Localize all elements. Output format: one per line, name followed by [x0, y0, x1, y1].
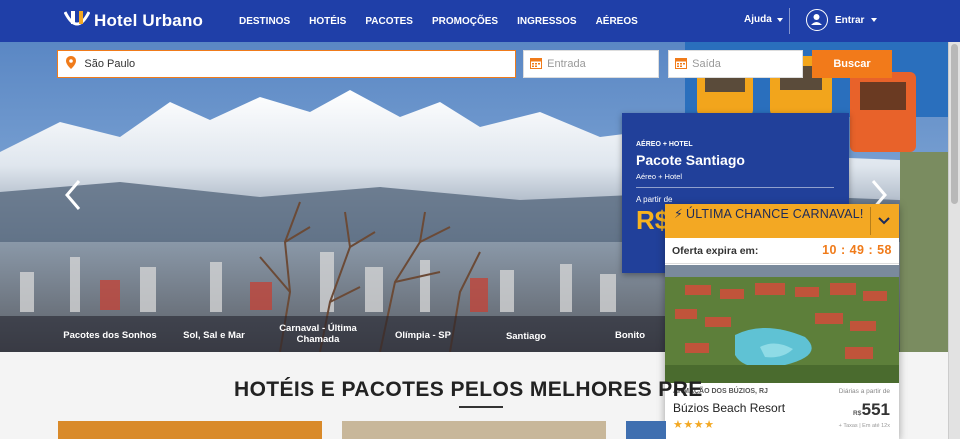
deal-card[interactable]: ⚡ ÚLTIMA CHANCE CARNAVAL! Oferta expira e…	[665, 204, 899, 439]
chevron-down-icon	[878, 217, 890, 225]
deal-headline-wrap: ⚡ ÚLTIMA CHANCE CARNAVAL!	[674, 207, 864, 222]
offer-tile[interactable]	[626, 421, 666, 439]
calendar-icon	[524, 57, 547, 72]
nav-promocoes[interactable]: PROMOÇÕES	[432, 16, 498, 27]
section-divider	[459, 406, 503, 408]
location-pin-icon	[58, 56, 84, 72]
deal-currency: R$	[853, 410, 862, 417]
countdown-timer: 10 : 49 : 58	[822, 243, 892, 257]
checkout-field[interactable]	[668, 50, 803, 78]
star-rating-icon: ★★★★	[673, 419, 715, 431]
deal-daily-label: Diárias a partir de	[838, 388, 890, 395]
hero-category-tab[interactable]: Bonito	[600, 330, 660, 341]
deal-hotel-name: Búzios Beach Resort	[673, 401, 786, 415]
promo-divider	[636, 187, 834, 188]
search-button[interactable]: Buscar	[812, 50, 892, 78]
promo-subtitle: Aéreo + Hotel	[636, 172, 683, 181]
calendar-icon	[669, 57, 692, 72]
search-bar: Buscar	[0, 42, 948, 84]
brand-name: Hotel Urbano	[94, 11, 204, 30]
brand-logo[interactable]: Hotel Urbano	[64, 9, 203, 33]
deal-headline: ÚLTIMA CHANCE CARNAVAL!	[685, 207, 864, 221]
checkin-input[interactable]	[547, 58, 658, 70]
offer-tile[interactable]	[342, 421, 606, 439]
deal-expire-row: Oferta expira em: 10 : 49 : 58	[665, 238, 899, 264]
main-nav: DESTINOS HOTÉIS PACOTES PROMOÇÕES INGRES…	[239, 0, 657, 42]
help-menu[interactable]: Ajuda	[744, 14, 783, 25]
chevron-down-icon	[776, 17, 783, 22]
nav-aereos[interactable]: AÉREOS	[596, 16, 638, 27]
resort-photo[interactable]	[665, 265, 899, 383]
nav-hoteis[interactable]: HOTÉIS	[309, 16, 346, 27]
login-menu[interactable]: Entrar	[806, 9, 878, 31]
logo-mark-icon	[64, 11, 90, 26]
carousel-prev-icon[interactable]	[62, 178, 84, 212]
lightning-icon: ⚡	[674, 207, 683, 221]
checkout-input[interactable]	[692, 58, 802, 70]
deal-collapse-toggle[interactable]	[870, 207, 896, 235]
nav-destinos[interactable]: DESTINOS	[239, 16, 290, 27]
hero-category-tab[interactable]: Pacotes dos Sonhos	[60, 330, 160, 341]
hero-category-tab[interactable]: Olímpia - SP	[380, 330, 466, 341]
checkin-field[interactable]	[523, 50, 659, 78]
destination-field[interactable]	[57, 50, 516, 78]
top-nav-bar: Hotel Urbano DESTINOS HOTÉIS PACOTES PRO…	[0, 0, 960, 42]
promo-from-label: A partir de	[636, 195, 673, 204]
hero-category-tab[interactable]: Carnaval - Última Chamada	[268, 323, 368, 345]
section-title: HOTÉIS E PACOTES PELOS MELHORES PRE	[234, 378, 703, 401]
hero-category-tab[interactable]: Sol, Sal e Mar	[172, 330, 256, 341]
chevron-down-icon	[871, 18, 878, 22]
deal-tax-note: + Taxas | Em até 12x	[838, 423, 890, 429]
user-icon	[806, 9, 828, 31]
scrollbar-thumb[interactable]	[951, 44, 958, 204]
hero-category-tab[interactable]: Santiago	[490, 331, 562, 342]
deal-price: 551	[861, 400, 890, 419]
page-scrollbar[interactable]	[948, 42, 960, 439]
offer-tile[interactable]	[58, 421, 322, 439]
expire-label: Oferta expira em:	[672, 245, 759, 257]
promo-title: Pacote Santiago	[636, 152, 745, 168]
promo-kicker: AÉREO + HOTEL	[636, 141, 693, 148]
help-label: Ajuda	[744, 14, 772, 25]
page: Hotel Urbano DESTINOS HOTÉIS PACOTES PRO…	[0, 0, 960, 439]
nav-pacotes[interactable]: PACOTES	[365, 16, 413, 27]
nav-ingressos[interactable]: INGRESSOS	[517, 16, 576, 27]
login-label: Entrar	[835, 14, 865, 26]
header-divider	[789, 8, 790, 34]
destination-input[interactable]	[84, 58, 515, 70]
deal-header: ⚡ ÚLTIMA CHANCE CARNAVAL!	[665, 204, 899, 238]
